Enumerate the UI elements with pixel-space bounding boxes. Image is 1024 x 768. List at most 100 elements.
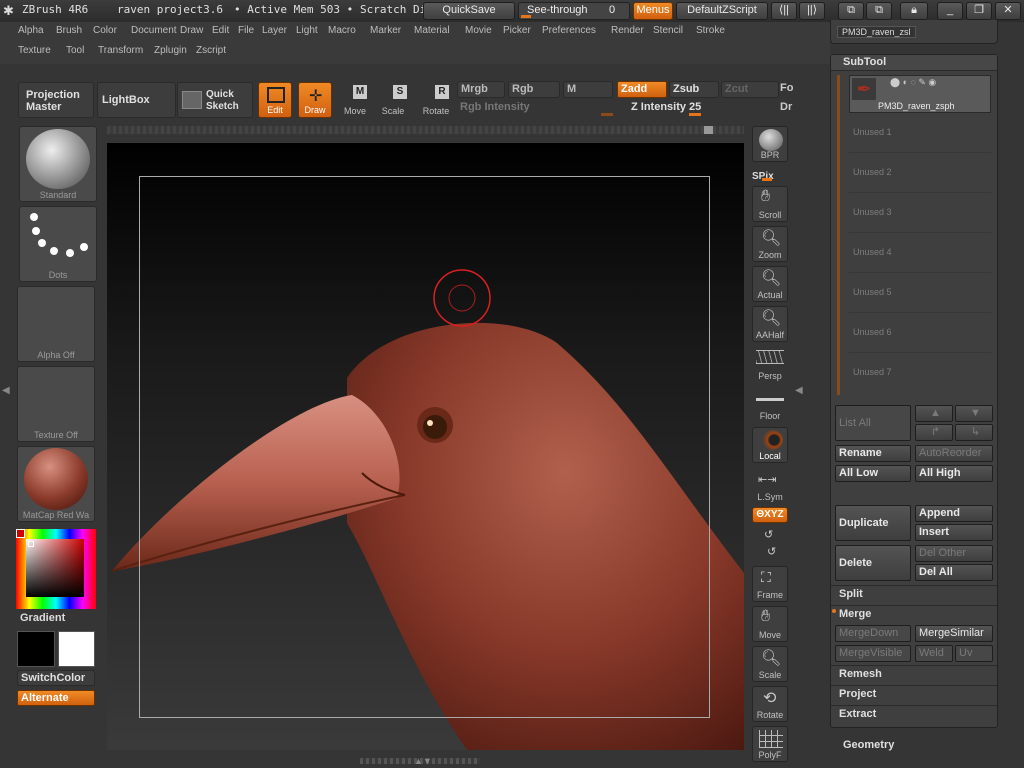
scale-view-button[interactable]: 🔍︎ Scale	[752, 646, 788, 682]
menu-picker[interactable]: Picker	[503, 25, 542, 36]
lightbox-button[interactable]: LightBox	[97, 82, 176, 118]
menu-macro[interactable]: Macro	[328, 25, 370, 36]
rgb-intensity-thumb[interactable]	[601, 113, 613, 116]
actual-button[interactable]: 🔍︎ Actual	[752, 266, 788, 302]
merge-down-button[interactable]: MergeDown	[835, 625, 911, 642]
rgb-button[interactable]: Rgb	[508, 81, 560, 98]
lock-icon[interactable]: 🔒︎	[900, 2, 928, 20]
menu-transform[interactable]: Transform	[98, 45, 154, 56]
subtool-item[interactable]: Unused 1	[849, 115, 991, 153]
default-zscript-button[interactable]: DefaultZScript	[676, 2, 768, 20]
move-down-arrow-icon[interactable]: ▼	[955, 405, 993, 422]
edit-button[interactable]: Edit	[258, 82, 292, 118]
menu-zscript[interactable]: Zscript	[196, 45, 238, 56]
move-up-arrow-icon[interactable]: ▲	[915, 405, 953, 422]
spix-thumb[interactable]	[762, 178, 772, 181]
zadd-button[interactable]: Zadd	[617, 81, 667, 98]
rotate-button[interactable]: R Rotate	[418, 82, 454, 118]
polyf-button[interactable]: PolyF	[752, 726, 788, 762]
move-up-branch-icon[interactable]: ↱	[915, 424, 953, 441]
insert-button[interactable]: Insert	[915, 524, 993, 541]
subtool-item[interactable]: Unused 7	[849, 355, 991, 393]
canvas-scroll-icon[interactable]	[704, 126, 713, 134]
merge-section[interactable]: Merge	[839, 608, 871, 620]
rgb-intensity-slider[interactable]: Rgb Intensity	[457, 100, 615, 118]
document-canvas[interactable]	[107, 143, 744, 750]
menu-render[interactable]: Render	[611, 25, 653, 36]
alpha-picker[interactable]: Alpha Off	[17, 286, 95, 362]
menu-alpha[interactable]: Alpha	[18, 25, 56, 36]
menu-light[interactable]: Light	[296, 25, 328, 36]
merge-similar-button[interactable]: MergeSimilar	[915, 625, 993, 642]
quicksave-button[interactable]: QuickSave	[423, 2, 515, 20]
menu-texture[interactable]: Texture	[18, 45, 66, 56]
projection-master-button[interactable]: Projection Master	[18, 82, 94, 118]
project-section[interactable]: Project	[839, 688, 876, 700]
subtool-item[interactable]: Unused 6	[849, 315, 991, 353]
spix-slider[interactable]: SPix	[752, 166, 788, 182]
menu-layer[interactable]: Layer	[262, 25, 296, 36]
z-intensity-slider[interactable]: Z Intensity 25	[617, 100, 779, 118]
right-tray-toggle-icon[interactable]: ◀	[795, 385, 805, 405]
menu-stencil[interactable]: Stencil	[653, 25, 696, 36]
layout-icon[interactable]: ⧉	[838, 2, 864, 20]
menu-zplugin[interactable]: Zplugin	[154, 45, 196, 56]
draw-button[interactable]: ✛ Draw	[298, 82, 332, 118]
persp-button[interactable]: Persp	[752, 346, 788, 382]
scroll-left-icon[interactable]: ⟨||	[771, 2, 797, 20]
xyz-button[interactable]: ΘXYZ	[752, 507, 788, 523]
scale-button[interactable]: S Scale	[376, 82, 410, 118]
uv-button[interactable]: Uv	[955, 645, 993, 662]
move-button[interactable]: M Move	[338, 82, 372, 118]
geometry-section[interactable]: Geometry	[843, 739, 894, 751]
mrgb-button[interactable]: Mrgb	[457, 81, 505, 98]
material-picker[interactable]: MatCap Red Wa	[17, 446, 95, 522]
subtool-header[interactable]: SubTool	[831, 55, 997, 71]
lsym-button[interactable]: ⇤⇥ L.Sym	[752, 467, 788, 503]
minimize-icon[interactable]: _	[937, 2, 963, 20]
del-all-button[interactable]: Del All	[915, 564, 993, 581]
menu-material[interactable]: Material	[414, 25, 465, 36]
maximize-icon[interactable]: ❐	[966, 2, 992, 20]
alternate-button[interactable]: Alternate	[17, 690, 95, 706]
subtool-item[interactable]: Unused 5	[849, 275, 991, 313]
subtool-item[interactable]: Unused 3	[849, 195, 991, 233]
rotate-z-icon[interactable]: ↺	[767, 545, 776, 558]
move-view-button[interactable]: ✋︎ Move	[752, 606, 788, 642]
subtool-list-scrollbar[interactable]	[837, 75, 840, 395]
rotate-y-icon[interactable]: ↺	[764, 528, 773, 541]
close-icon[interactable]: ✕	[995, 2, 1021, 20]
draw-size-label[interactable]: Dr	[780, 101, 792, 113]
zcut-button[interactable]: Zcut	[721, 81, 779, 98]
menu-color[interactable]: Color	[93, 25, 131, 36]
subtool-item-active[interactable]: ✒︎ ⬤ ◐ ◌ ✎ ◉ PM3D_raven_zsph	[849, 75, 991, 113]
menu-file[interactable]: File	[238, 25, 262, 36]
floor-button[interactable]: Floor	[752, 386, 788, 422]
zoom-button[interactable]: 🔍︎ Zoom	[752, 226, 788, 262]
menu-document[interactable]: Document	[131, 25, 180, 36]
menu-movie[interactable]: Movie	[465, 25, 503, 36]
merge-visible-button[interactable]: MergeVisible	[835, 645, 911, 662]
see-through-slider[interactable]: See-through 0	[518, 2, 630, 20]
list-all-button[interactable]: List All	[835, 405, 911, 441]
switch-color-button[interactable]: SwitchColor	[17, 670, 95, 686]
move-down-branch-icon[interactable]: ↳	[955, 424, 993, 441]
delete-button[interactable]: Delete	[835, 545, 911, 581]
local-button[interactable]: Local	[752, 427, 788, 463]
layout-alt-icon[interactable]: ⧉	[866, 2, 892, 20]
menu-stroke[interactable]: Stroke	[696, 25, 734, 36]
z-intensity-thumb[interactable]	[689, 113, 701, 116]
main-color-swatch[interactable]	[17, 631, 55, 667]
split-section[interactable]: Split	[839, 588, 863, 600]
top-tool-item[interactable]: PM3D_raven_zsl	[837, 26, 916, 38]
menu-brush[interactable]: Brush	[56, 25, 93, 36]
bottom-tray-toggle-icon[interactable]: ▲▼	[414, 756, 432, 766]
menu-edit[interactable]: Edit	[212, 25, 238, 36]
bpr-button[interactable]: BPR	[752, 126, 788, 162]
m-button[interactable]: M	[563, 81, 613, 98]
del-other-button[interactable]: Del Other	[915, 545, 993, 562]
menu-tool[interactable]: Tool	[66, 45, 98, 56]
quick-sketch-button[interactable]: Quick Sketch	[177, 82, 253, 118]
subtool-visibility-icon[interactable]: ⬤ ◐ ◌ ✎ ◉	[890, 77, 936, 88]
subtool-item[interactable]: Unused 2	[849, 155, 991, 193]
